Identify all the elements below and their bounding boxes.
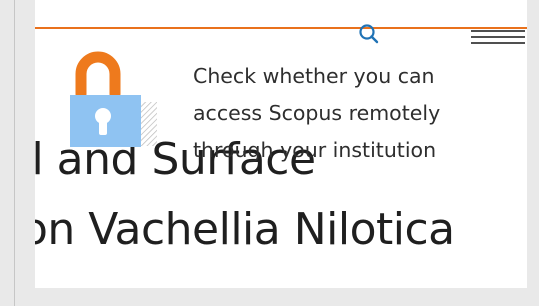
remote-access-message[interactable]: Check whether you can access Scopus remo… — [193, 58, 493, 169]
page-panel: al and Surface on Vachellia Nilotica Che… — [35, 0, 527, 288]
header-accent-line — [35, 27, 527, 29]
search-icon[interactable] — [358, 24, 380, 46]
access-message-line-1: Check whether you can — [193, 64, 435, 88]
unlocked-padlock-icon — [70, 51, 157, 147]
access-message-line-2: access Scopus remotely — [193, 101, 441, 125]
article-title-line-2: on Vachellia Nilotica — [35, 204, 455, 255]
hamburger-menu-icon[interactable] — [471, 30, 525, 46]
access-message-line-3: through your institution — [193, 138, 437, 162]
left-frame-border — [14, 0, 15, 306]
